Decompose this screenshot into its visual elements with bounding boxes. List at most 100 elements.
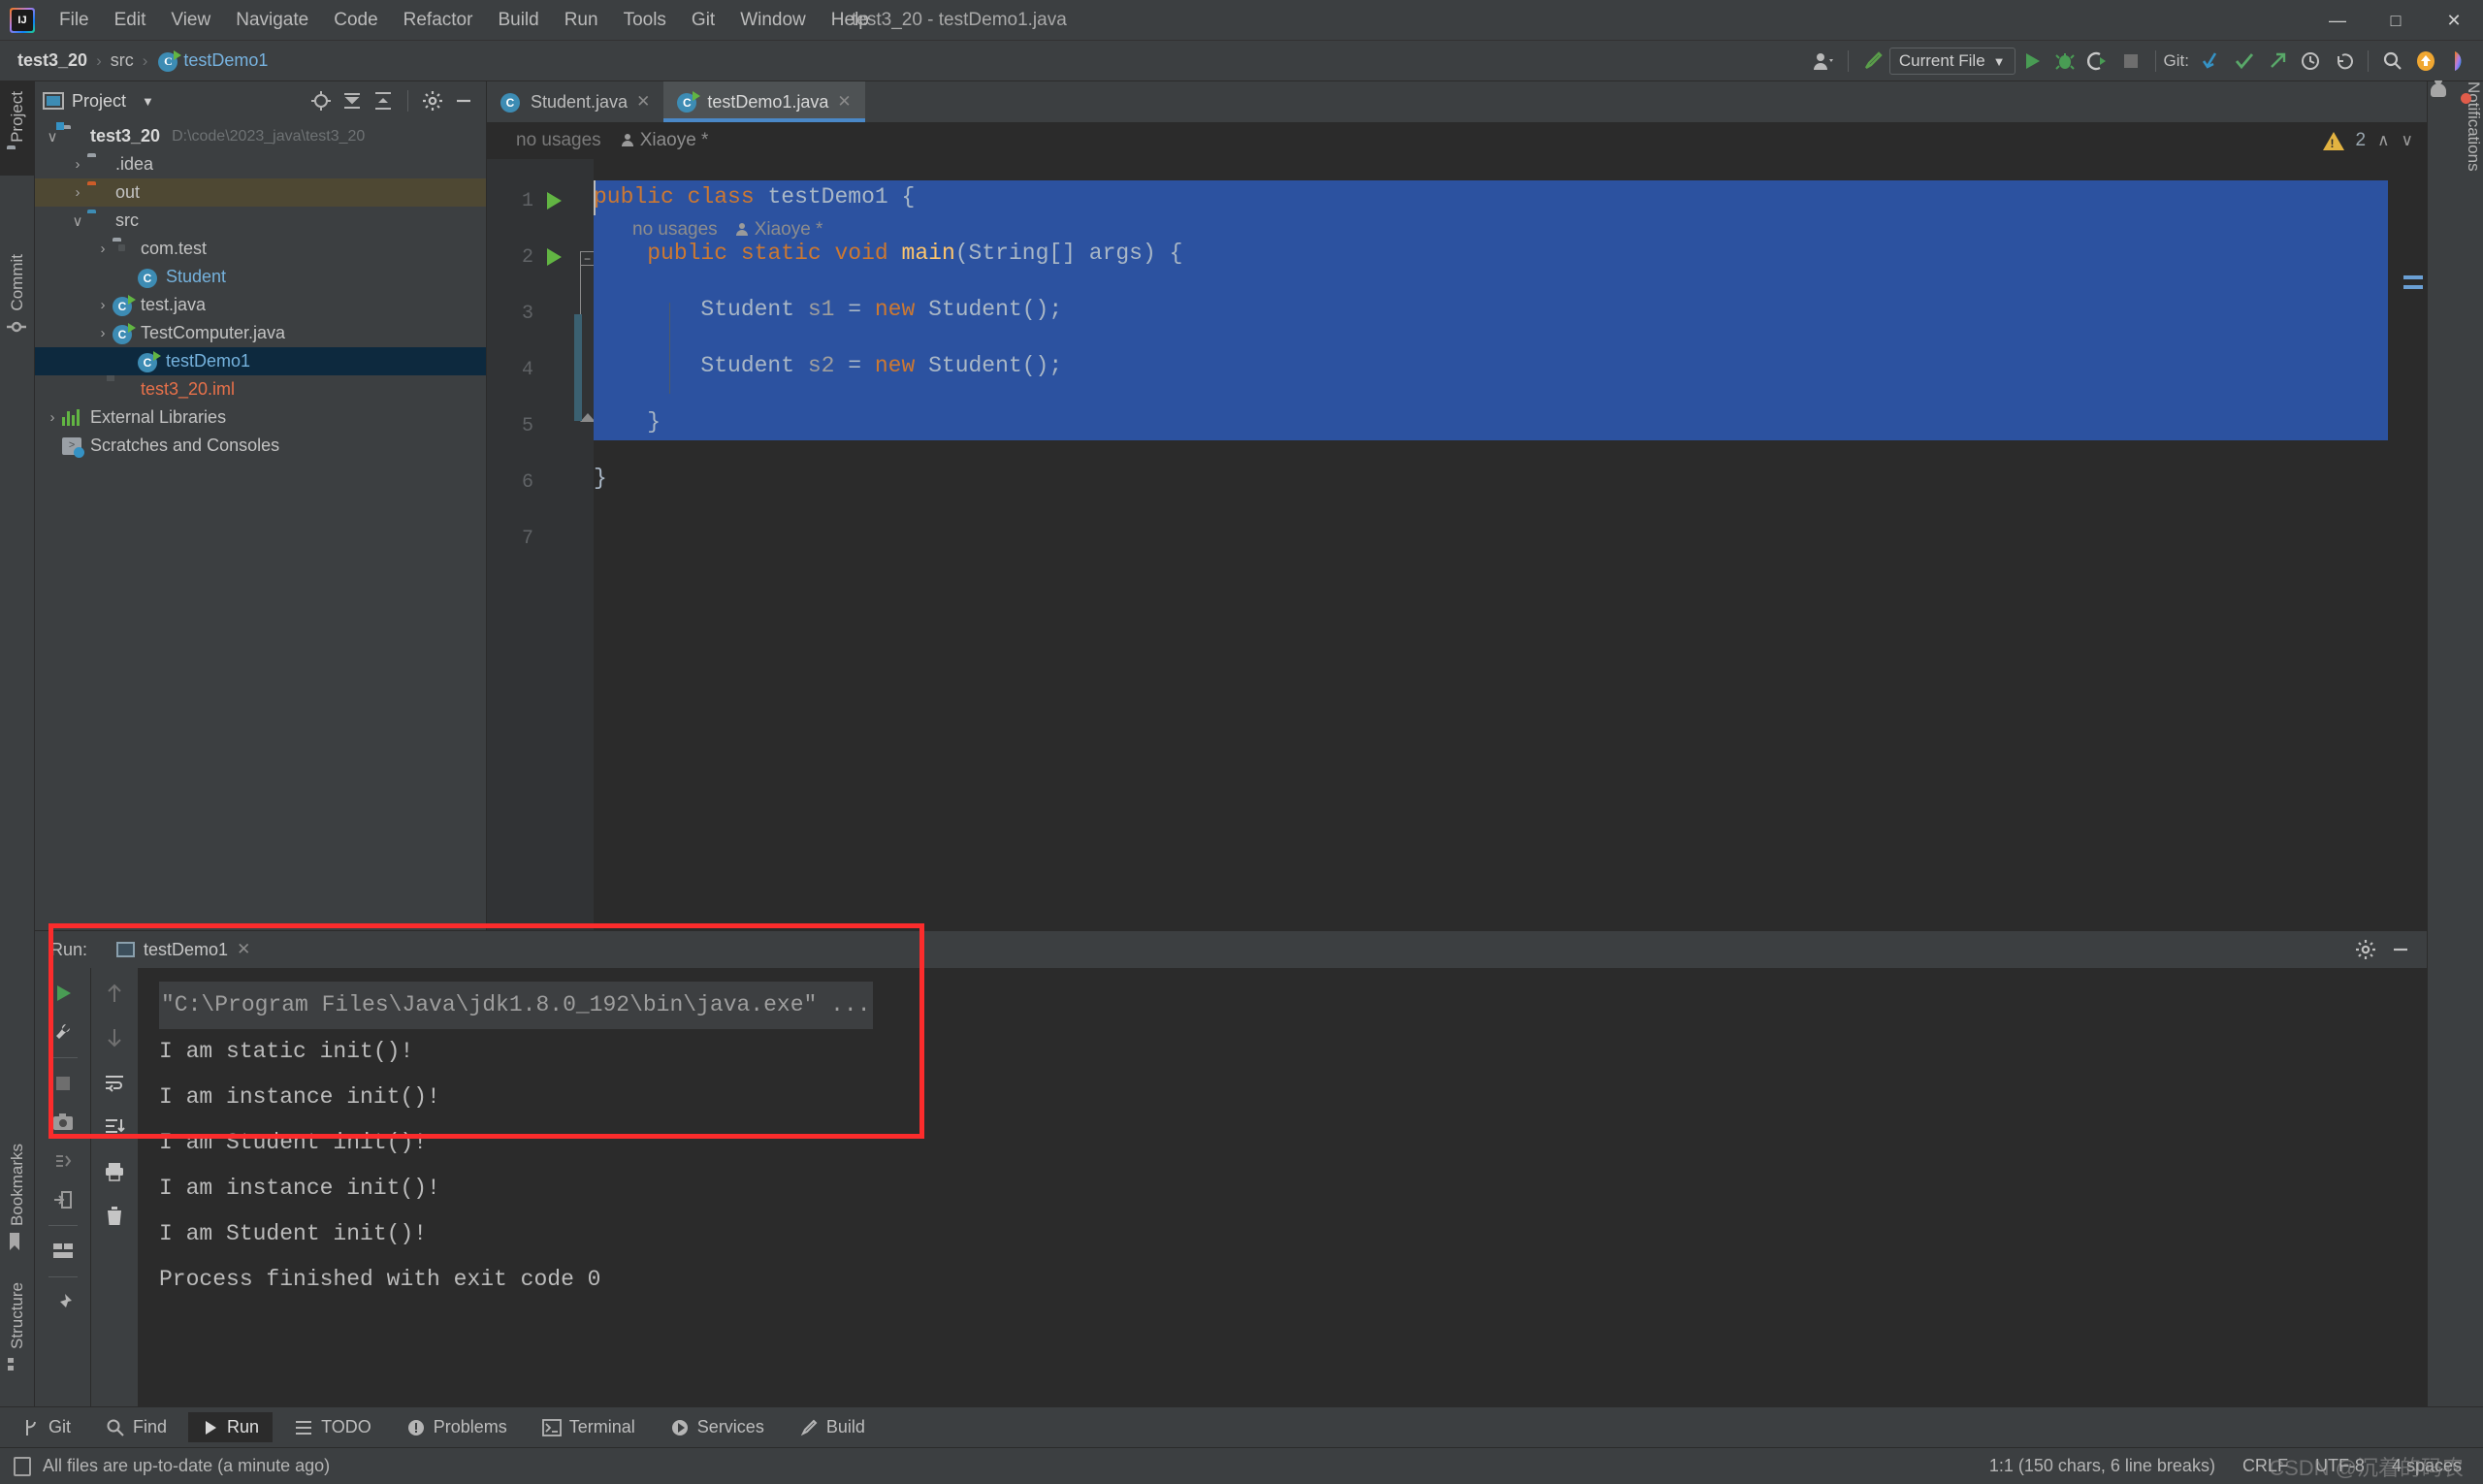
stop-button[interactable]: [46, 1066, 81, 1101]
chevron-icon[interactable]: ›: [93, 325, 113, 341]
menu-item-window[interactable]: Window: [727, 7, 819, 34]
clear-all-icon[interactable]: [97, 1199, 132, 1234]
rerun-button[interactable]: [46, 976, 81, 1011]
tree-node[interactable]: test3_20.iml: [35, 375, 486, 403]
git-rollback-icon[interactable]: [2327, 45, 2360, 78]
tree-node[interactable]: ∨ test3_20 D:\code\2023_java\test3_20: [35, 122, 486, 150]
chevron-icon[interactable]: ›: [68, 156, 87, 173]
inspection-widget[interactable]: 2 ∧ ∨: [2322, 130, 2413, 151]
sidebar-item-bookmarks[interactable]: Bookmarks: [0, 1134, 35, 1259]
chevron-icon[interactable]: ›: [93, 241, 113, 257]
run-button[interactable]: [2015, 45, 2048, 78]
editor-gutter[interactable]: 1 2 3 4 5 6 7 −: [487, 159, 596, 930]
editor-marker-bar[interactable]: [2400, 159, 2427, 930]
author-hint[interactable]: Xiaoye *: [621, 130, 708, 151]
tool-window-button-run[interactable]: Run: [188, 1412, 274, 1442]
tool-window-button-build[interactable]: Build: [786, 1412, 879, 1442]
usages-hint[interactable]: no usages: [516, 130, 601, 151]
tree-node[interactable]: › .idea: [35, 150, 486, 178]
menu-item-code[interactable]: Code: [321, 7, 390, 34]
menu-item-edit[interactable]: Edit: [102, 7, 159, 34]
git-commit-icon[interactable]: [2228, 45, 2261, 78]
code-editor[interactable]: 1 2 3 4 5 6 7 − no usages Xiaoye * publi…: [487, 159, 2427, 930]
run-configuration-selector[interactable]: Current File ▼: [1888, 48, 2015, 75]
sidebar-item-commit[interactable]: Commit: [0, 244, 35, 344]
next-problem-icon[interactable]: ∨: [2402, 131, 2413, 150]
search-icon[interactable]: [2376, 45, 2409, 78]
chevron-icon[interactable]: ›: [93, 297, 113, 313]
tree-node[interactable]: › Ctest.java: [35, 291, 486, 319]
close-icon[interactable]: ✕: [636, 92, 650, 112]
print-icon[interactable]: [97, 1154, 132, 1189]
editor-tab[interactable]: CtestDemo1.java ✕: [663, 81, 865, 122]
user-account-icon[interactable]: [1807, 45, 1840, 78]
scroll-down-icon[interactable]: [97, 1020, 132, 1055]
debug-button[interactable]: [2048, 45, 2081, 78]
author-hint[interactable]: Xiaoye *: [735, 219, 822, 241]
menu-item-refactor[interactable]: Refactor: [391, 7, 486, 34]
gear-icon[interactable]: [418, 86, 447, 115]
git-push-icon[interactable]: [2261, 45, 2294, 78]
tree-node[interactable]: › com.test: [35, 235, 486, 263]
tree-node[interactable]: ∨ src: [35, 207, 486, 235]
scroll-up-icon[interactable]: [97, 976, 132, 1011]
tree-node[interactable]: CtestDemo1: [35, 347, 486, 375]
tool-window-button-terminal[interactable]: Terminal: [529, 1412, 649, 1442]
menu-item-build[interactable]: Build: [485, 7, 551, 34]
run-with-coverage-button[interactable]: [2081, 45, 2114, 78]
tree-node[interactable]: › out: [35, 178, 486, 207]
maximize-button[interactable]: □: [2367, 0, 2425, 41]
scroll-to-end-icon[interactable]: [97, 1110, 132, 1145]
tree-node[interactable]: › External Libraries: [35, 403, 486, 432]
chevron-down-icon[interactable]: ▼: [142, 94, 154, 109]
import-icon[interactable]: [46, 1182, 81, 1217]
stop-button[interactable]: [2114, 45, 2147, 78]
tree-node[interactable]: › C TestComputer.java: [35, 319, 486, 347]
expand-all-icon[interactable]: [338, 86, 367, 115]
menu-item-file[interactable]: File: [47, 7, 102, 34]
menu-item-run[interactable]: Run: [552, 7, 611, 34]
hide-panel-icon[interactable]: [2386, 935, 2415, 964]
update-available-icon[interactable]: [2409, 45, 2442, 78]
chevron-icon[interactable]: ›: [43, 409, 62, 426]
minimize-button[interactable]: —: [2308, 0, 2367, 41]
collapse-all-icon[interactable]: [369, 86, 398, 115]
close-button[interactable]: ✕: [2425, 0, 2483, 41]
edit-configuration-icon[interactable]: [46, 1015, 81, 1049]
layout-icon[interactable]: [46, 1234, 81, 1269]
menu-item-tools[interactable]: Tools: [611, 7, 679, 34]
tool-window-button-todo[interactable]: TODO: [280, 1412, 385, 1442]
chevron-icon[interactable]: ∨: [43, 128, 62, 145]
previous-problem-icon[interactable]: ∧: [2377, 131, 2389, 150]
caret-position[interactable]: 1:1 (150 chars, 6 line breaks): [1989, 1456, 2215, 1476]
breadcrumb-project[interactable]: test3_20: [14, 48, 91, 73]
run-class-gutter-icon[interactable]: [547, 192, 562, 210]
editor-tab[interactable]: C Student.java ✕: [487, 81, 663, 122]
build-hammer-icon[interactable]: [1856, 45, 1889, 78]
menu-item-view[interactable]: View: [158, 7, 223, 34]
menu-item-navigate[interactable]: Navigate: [223, 7, 321, 34]
usages-hint[interactable]: no usages: [632, 219, 718, 241]
run-method-gutter-icon[interactable]: [547, 248, 562, 266]
sidebar-item-project[interactable]: Project: [0, 81, 35, 176]
chevron-icon[interactable]: ›: [68, 184, 87, 201]
hide-panel-icon[interactable]: [449, 86, 478, 115]
tool-window-button-find[interactable]: Find: [92, 1412, 180, 1442]
menu-item-git[interactable]: Git: [679, 7, 727, 34]
tool-window-button-problems[interactable]: Problems: [393, 1412, 521, 1442]
gear-icon[interactable]: [2351, 935, 2380, 964]
tool-window-button-git[interactable]: Git: [8, 1412, 84, 1442]
tree-node[interactable]: > Scratches and Consoles: [35, 432, 486, 460]
breadcrumb-src[interactable]: src: [107, 48, 138, 73]
chevron-icon[interactable]: ∨: [68, 212, 87, 230]
close-icon[interactable]: ✕: [237, 940, 250, 959]
git-update-icon[interactable]: [2195, 45, 2228, 78]
thread-dump-icon[interactable]: [46, 1144, 81, 1178]
select-opened-file-icon[interactable]: [306, 86, 336, 115]
soft-wrap-icon[interactable]: [97, 1065, 132, 1100]
code-text-area[interactable]: no usages Xiaoye * public class testDemo…: [594, 159, 2427, 930]
tree-node[interactable]: C Student: [35, 263, 486, 291]
tool-window-button-services[interactable]: Services: [657, 1412, 778, 1442]
run-tab[interactable]: testDemo1 ✕: [116, 940, 250, 960]
breadcrumb-file[interactable]: testDemo1: [179, 48, 272, 73]
